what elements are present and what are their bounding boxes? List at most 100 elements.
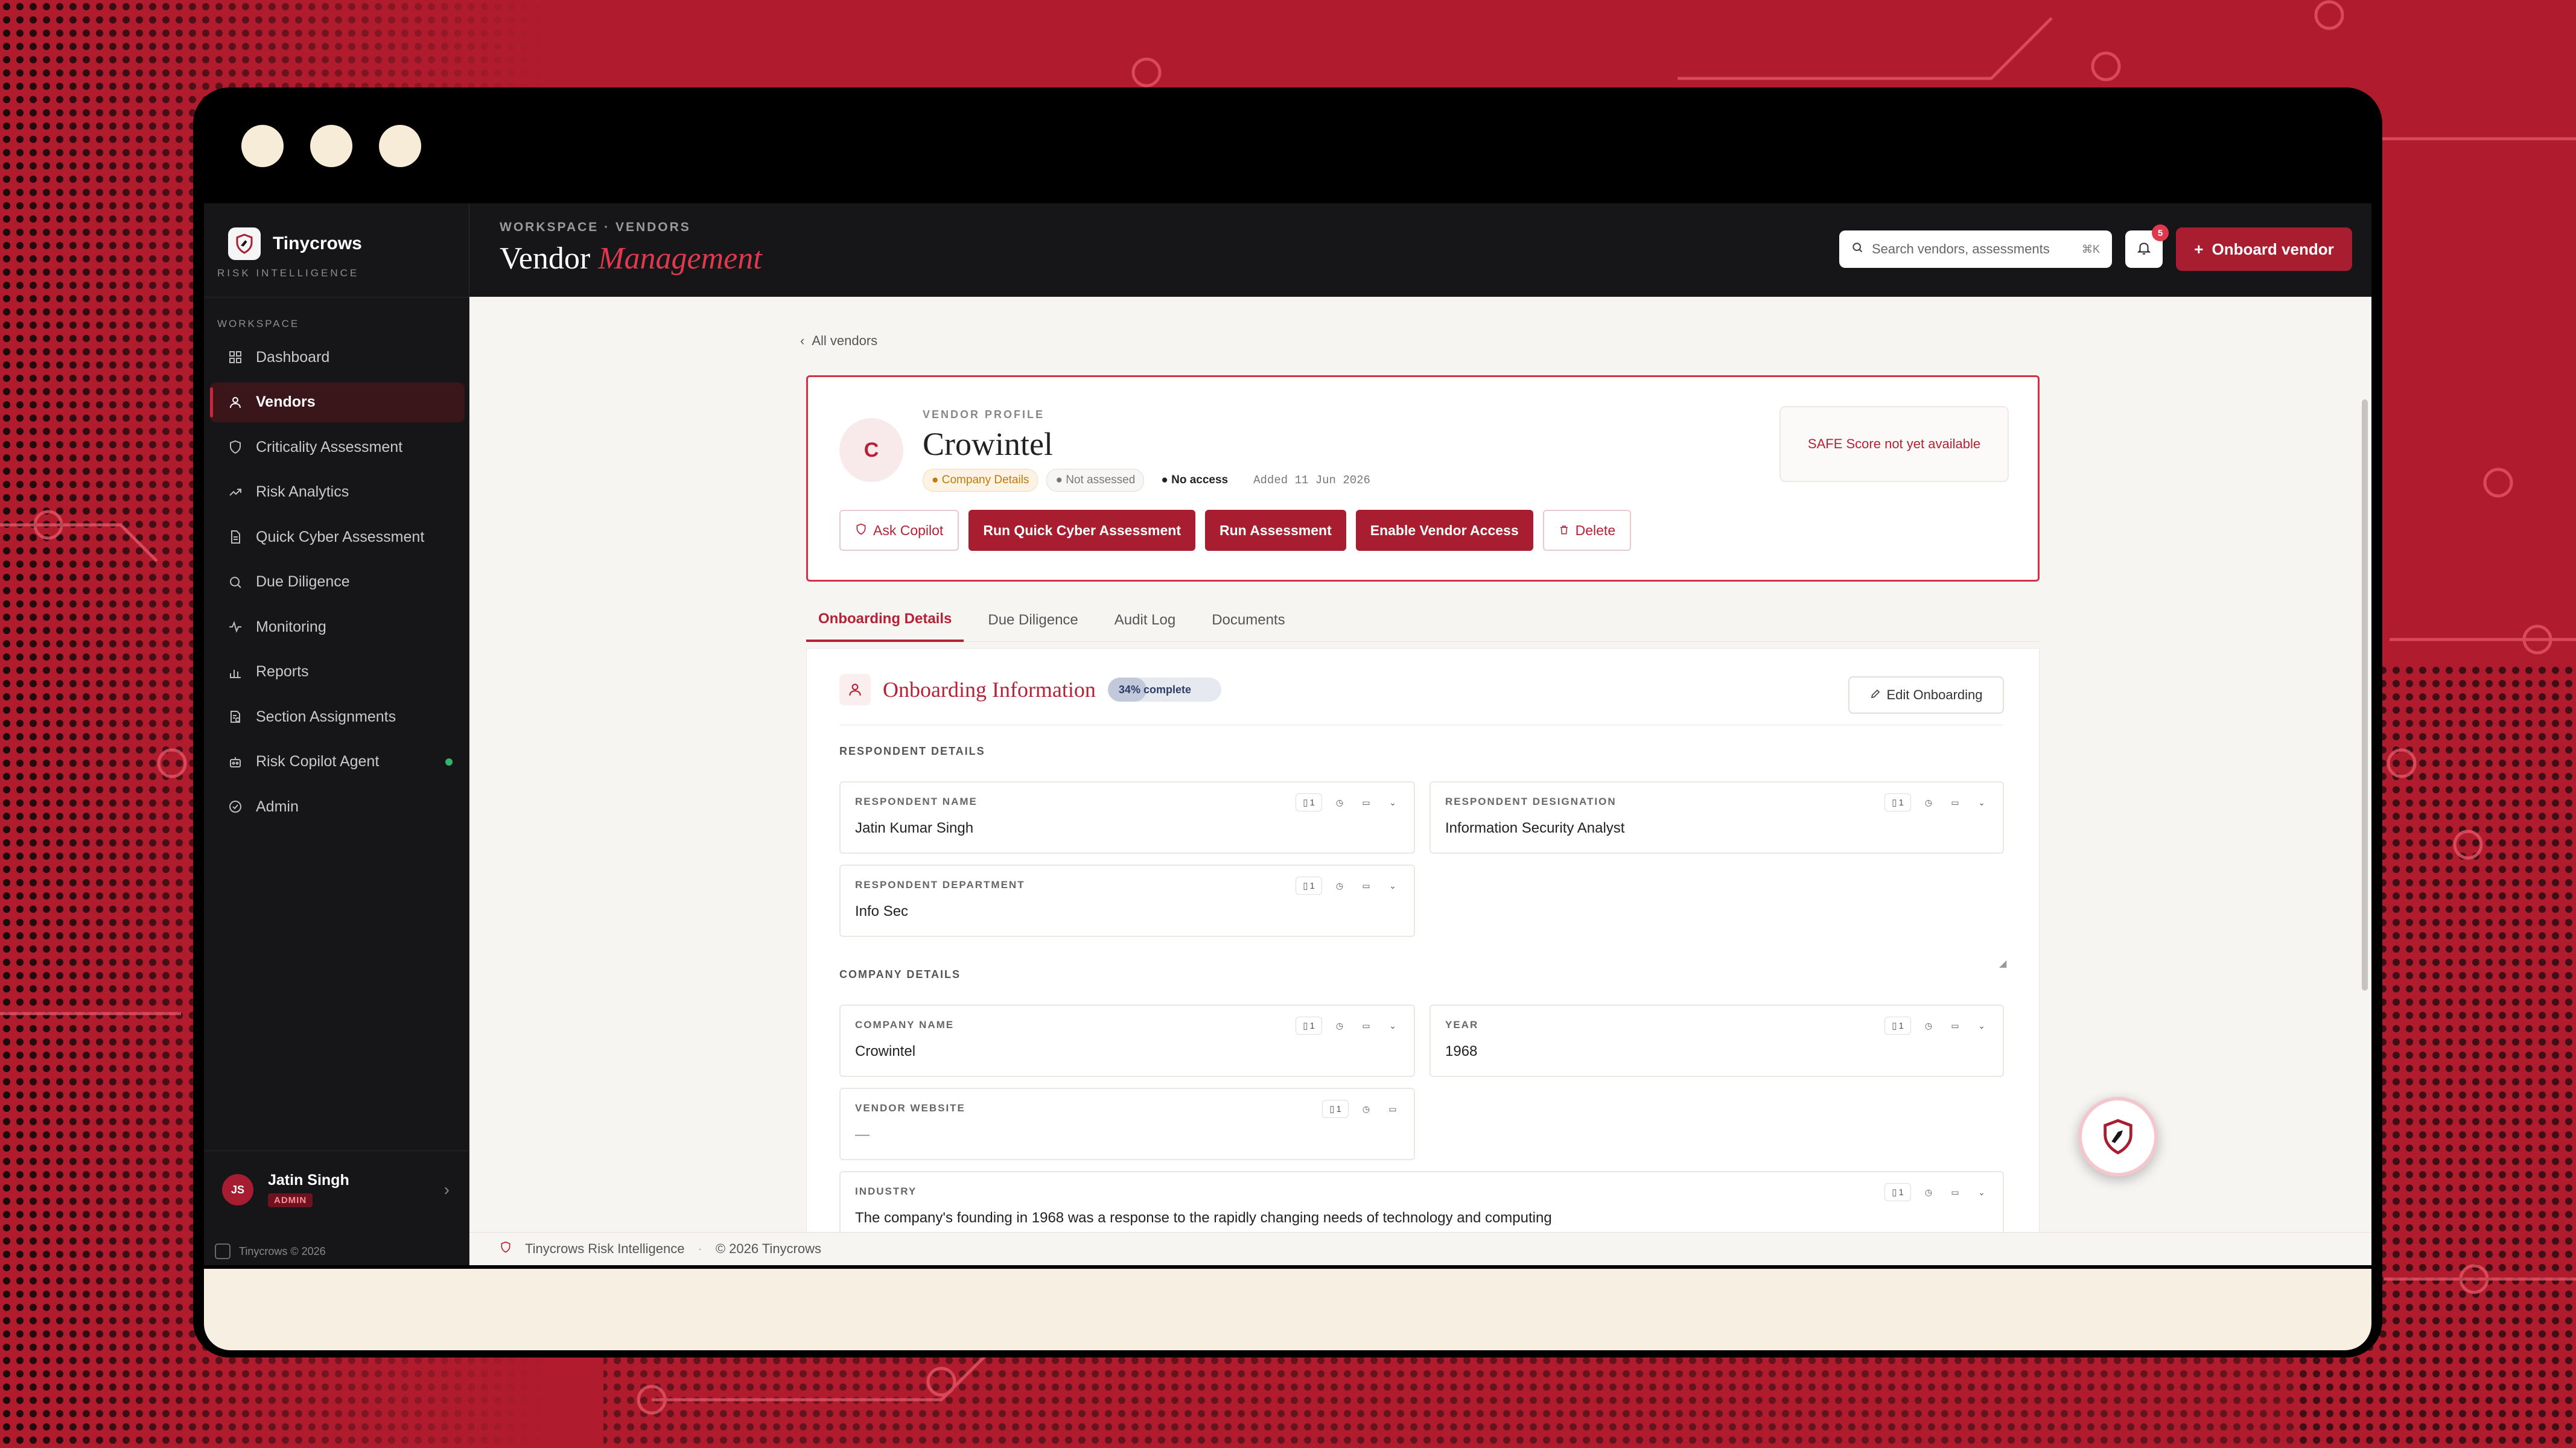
tab-audit-log[interactable]: Audit Log — [1102, 599, 1188, 642]
tab-documents[interactable]: Documents — [1200, 599, 1297, 642]
respondent-designation-field[interactable]: RESPONDENT DESIGNATION Information Secur… — [1430, 781, 2004, 854]
window-dot[interactable] — [310, 125, 352, 167]
history-icon[interactable]: ◷ — [1919, 793, 1938, 811]
document-count-icon[interactable]: ▯ 1 — [1322, 1100, 1349, 1118]
field-value: Information Security Analyst — [1445, 820, 1625, 836]
user-profile[interactable]: JS Jatin Singh ADMIN › — [204, 1151, 469, 1223]
year-field[interactable]: YEAR 1968 ▯ 1 ◷ ▭ ⌄ — [1430, 1005, 2004, 1077]
comment-icon[interactable]: ▭ — [1946, 1183, 1964, 1201]
onboarding-information-panel: Onboarding Information 34% complete Edit… — [806, 648, 2040, 1265]
collapse-icon[interactable] — [215, 1243, 231, 1259]
chevron-down-icon[interactable]: ⌄ — [1384, 1017, 1402, 1035]
field-value: The company's founding in 1968 was a res… — [855, 1210, 1552, 1226]
sidebar-item-due-diligence[interactable]: Due Diligence — [210, 562, 465, 602]
tab-due-diligence[interactable]: Due Diligence — [976, 599, 1090, 642]
field-label: RESPONDENT NAME — [855, 796, 978, 807]
chevron-right-icon[interactable]: › — [444, 1180, 450, 1199]
document-count-icon[interactable]: ▯ 1 — [1296, 1017, 1322, 1035]
chevron-down-icon[interactable]: ⌄ — [1384, 793, 1402, 811]
sidebar-item-reports[interactable]: Reports — [210, 652, 465, 692]
document-count-icon[interactable]: ▯ 1 — [1884, 1017, 1911, 1035]
field-tools: ▯ 1 ◷ ▭ ⌄ — [1884, 1183, 1991, 1201]
copilot-launcher-button[interactable] — [2078, 1097, 2158, 1176]
pencil-icon — [1870, 687, 1881, 703]
onboard-vendor-button[interactable]: + Onboard vendor — [2176, 227, 2352, 271]
trash-icon — [1559, 522, 1569, 539]
comment-icon[interactable]: ▭ — [1357, 793, 1375, 811]
comment-icon[interactable]: ▭ — [1357, 877, 1375, 895]
tab-onboarding-details[interactable]: Onboarding Details — [806, 599, 964, 642]
footer-separator: · — [698, 1241, 702, 1256]
chevron-down-icon[interactable]: ⌄ — [1973, 793, 1991, 811]
history-icon[interactable]: ◷ — [1919, 1017, 1938, 1035]
sidebar-item-label: Monitoring — [256, 618, 326, 635]
run-assessment-button[interactable]: Run Assessment — [1204, 510, 1346, 551]
app-screen: Tinycrows RISK INTELLIGENCE WORKSPACE Da… — [204, 203, 2371, 1265]
field-tools: ▯ 1 ◷ ▭ ⌄ — [1884, 1017, 1991, 1035]
comment-icon[interactable]: ▭ — [1357, 1017, 1375, 1035]
window-dot[interactable] — [241, 125, 284, 167]
chevron-down-icon[interactable]: ⌄ — [1973, 1017, 1991, 1035]
breadcrumb: WORKSPACE · VENDORS — [500, 220, 691, 234]
run-quick-cyber-assessment-button[interactable]: Run Quick Cyber Assessment — [968, 510, 1195, 551]
device-bottom-bar — [204, 1269, 2371, 1350]
sidebar-item-criticality-assessment[interactable]: Criticality Assessment — [210, 427, 465, 467]
sidebar-item-label: Section Assignments — [256, 708, 396, 725]
field-tools: ▯ 1 ◷ ▭ ⌄ — [1296, 793, 1402, 811]
sidebar-item-section-assignments[interactable]: Section Assignments — [210, 697, 465, 737]
sidebar-item-admin[interactable]: Admin — [210, 787, 465, 827]
document-count-icon[interactable]: ▯ 1 — [1884, 793, 1911, 811]
assessment-status-chip: ● Not assessed — [1046, 469, 1145, 492]
history-icon[interactable]: ◷ — [1331, 877, 1349, 895]
notifications-button[interactable]: 5 — [2125, 224, 2169, 268]
ask-copilot-button[interactable]: Ask Copilot — [839, 510, 959, 551]
brand[interactable]: Tinycrows — [228, 227, 362, 260]
window-dot[interactable] — [379, 125, 421, 167]
field-label: RESPONDENT DESIGNATION — [1445, 796, 1617, 807]
company-name-field[interactable]: COMPANY NAME Crowintel ▯ 1 ◷ ▭ ⌄ — [839, 1005, 1415, 1077]
field-label: YEAR — [1445, 1019, 1479, 1030]
vendor-profile-label: VENDOR PROFILE — [923, 408, 1045, 421]
document-count-icon[interactable]: ▯ 1 — [1296, 793, 1322, 811]
sidebar-item-dashboard[interactable]: Dashboard — [210, 337, 465, 377]
delete-button[interactable]: Delete — [1542, 510, 1632, 551]
sidebar-item-label: Due Diligence — [256, 573, 350, 590]
scrollbar[interactable] — [2362, 399, 2368, 991]
sidebar-section-label: WORKSPACE — [217, 318, 300, 329]
footer-brand: Tinycrows Risk Intelligence — [525, 1241, 685, 1256]
field-label: VENDOR WEBSITE — [855, 1102, 965, 1114]
back-to-all-vendors-link[interactable]: ‹ All vendors — [800, 333, 877, 349]
chevron-down-icon[interactable]: ⌄ — [1384, 877, 1402, 895]
sidebar-item-vendors[interactable]: Vendors — [210, 382, 465, 422]
edit-onboarding-button[interactable]: Edit Onboarding — [1848, 676, 2004, 714]
enable-vendor-access-button[interactable]: Enable Vendor Access — [1355, 510, 1533, 551]
comment-icon[interactable]: ▭ — [1946, 793, 1964, 811]
document-count-icon[interactable]: ▯ 1 — [1884, 1183, 1911, 1201]
comment-icon[interactable]: ▭ — [1384, 1100, 1402, 1118]
sidebar-item-quick-cyber-assessment[interactable]: Quick Cyber Assessment — [210, 517, 465, 557]
field-value: 1968 — [1445, 1043, 1478, 1059]
search-input[interactable]: Search vendors, assessments ⌘K — [1839, 230, 2112, 268]
sidebar-item-monitoring[interactable]: Monitoring — [210, 607, 465, 647]
company-details-chip[interactable]: ● Company Details — [923, 469, 1038, 492]
sidebar-item-label: Vendors — [256, 393, 316, 410]
bot-icon — [227, 754, 244, 770]
sidebar-item-label: Quick Cyber Assessment — [256, 528, 425, 545]
history-icon[interactable]: ◷ — [1331, 793, 1349, 811]
document-count-icon[interactable]: ▯ 1 — [1296, 877, 1322, 895]
history-icon[interactable]: ◷ — [1331, 1017, 1349, 1035]
vendor-name: Crowintel — [923, 426, 1053, 462]
history-icon[interactable]: ◷ — [1357, 1100, 1375, 1118]
user-icon — [839, 674, 871, 705]
respondent-name-field[interactable]: RESPONDENT NAME Jatin Kumar Singh ▯ 1 ◷ ▭… — [839, 781, 1415, 854]
field-value: Info Sec — [855, 903, 909, 919]
avatar: JS — [222, 1174, 253, 1205]
sidebar-item-risk-copilot-agent[interactable]: Risk Copilot Agent — [210, 742, 465, 782]
chevron-down-icon[interactable]: ⌄ — [1973, 1183, 1991, 1201]
sidebar-item-risk-analytics[interactable]: Risk Analytics — [210, 472, 465, 512]
respondent-department-field[interactable]: RESPONDENT DEPARTMENT Info Sec ▯ 1 ◷ ▭ ⌄ — [839, 865, 1415, 937]
vendor-website-field[interactable]: VENDOR WEBSITE — ▯ 1 ◷ ▭ — [839, 1088, 1415, 1160]
resize-handle-icon[interactable]: ◢ — [1999, 957, 2006, 970]
history-icon[interactable]: ◷ — [1919, 1183, 1938, 1201]
comment-icon[interactable]: ▭ — [1946, 1017, 1964, 1035]
